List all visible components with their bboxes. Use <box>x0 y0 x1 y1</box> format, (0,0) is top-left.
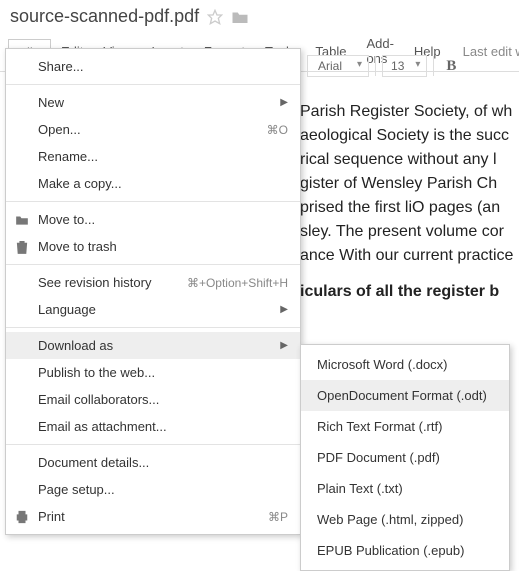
body-line: sley. The present volume cor <box>300 220 519 244</box>
folder-icon <box>14 212 30 228</box>
menu-item-language[interactable]: Language ▶ <box>6 296 300 323</box>
menu-item-move-to-trash[interactable]: Move to trash <box>6 233 300 260</box>
menu-item-page-setup[interactable]: Page setup... <box>6 476 300 503</box>
menu-item-rename[interactable]: Rename... <box>6 143 300 170</box>
menu-item-download-as[interactable]: Download as ▶ <box>6 332 300 359</box>
download-as-submenu: Microsoft Word (.docx) OpenDocument Form… <box>300 344 510 571</box>
menu-item-print[interactable]: Print ⌘P <box>6 503 300 530</box>
menu-item-make-copy[interactable]: Make a copy... <box>6 170 300 197</box>
menu-item-publish[interactable]: Publish to the web... <box>6 359 300 386</box>
toolbar-separator <box>375 56 376 76</box>
document-body[interactable]: Parish Register Society, of wh aeologica… <box>300 100 519 304</box>
menu-item-label: Move to trash <box>38 239 117 254</box>
body-line: iculars of all the register b <box>300 280 519 304</box>
menu-item-document-details[interactable]: Document details... <box>6 449 300 476</box>
menu-item-new[interactable]: New ▶ <box>6 89 300 116</box>
menu-item-email-collaborators[interactable]: Email collaborators... <box>6 386 300 413</box>
submenu-item-html[interactable]: Web Page (.html, zipped) <box>301 504 509 535</box>
body-line: gister of Wensley Parish Ch <box>300 172 519 196</box>
submenu-item-pdf[interactable]: PDF Document (.pdf) <box>301 442 509 473</box>
body-line: aeological Society is the succ <box>300 124 519 148</box>
menu-item-label: Share... <box>38 59 84 74</box>
file-dropdown: Share... New ▶ Open... ⌘O Rename... Make a… <box>5 48 301 535</box>
submenu-arrow-icon: ▶ <box>280 304 288 315</box>
menu-item-label: Email collaborators... <box>38 392 159 407</box>
title-row: source-scanned-pdf.pdf <box>0 0 519 31</box>
menu-item-label: Rename... <box>38 149 98 164</box>
body-line: ance With our current practice <box>300 244 519 268</box>
toolbar-separator <box>433 56 434 76</box>
body-line: rical sequence without any l <box>300 148 519 172</box>
folder-icon[interactable] <box>231 9 249 25</box>
menu-item-move-to[interactable]: Move to... <box>6 206 300 233</box>
menu-item-email-attachment[interactable]: Email as attachment... <box>6 413 300 440</box>
menu-item-open[interactable]: Open... ⌘O <box>6 116 300 143</box>
submenu-item-epub[interactable]: EPUB Publication (.epub) <box>301 535 509 566</box>
menu-divider <box>6 264 300 265</box>
menu-item-label: Print <box>38 509 65 524</box>
bold-button[interactable]: B <box>440 58 462 75</box>
print-icon <box>14 509 30 525</box>
menu-shortcut: ⌘O <box>267 123 288 137</box>
menu-divider <box>6 444 300 445</box>
menu-shortcut: ⌘P <box>268 510 288 524</box>
menu-item-label: Email as attachment... <box>38 419 167 434</box>
body-line: prised the first liO pages (an <box>300 196 519 220</box>
menu-item-label: See revision history <box>38 275 151 290</box>
menu-divider <box>6 201 300 202</box>
menu-item-label: Move to... <box>38 212 95 227</box>
menu-item-label: Make a copy... <box>38 176 122 191</box>
menu-item-label: Page setup... <box>38 482 115 497</box>
menu-item-label: Document details... <box>38 455 149 470</box>
font-size-select[interactable]: 13 <box>382 55 427 77</box>
body-line: Parish Register Society, of wh <box>300 100 519 124</box>
last-edit-status[interactable]: Last edit was <box>463 39 519 64</box>
menu-item-share[interactable]: Share... <box>6 53 300 80</box>
submenu-item-odt[interactable]: OpenDocument Format (.odt) <box>301 380 509 411</box>
menu-shortcut: ⌘+Option+Shift+H <box>187 276 288 290</box>
trash-icon <box>14 239 30 255</box>
menu-item-revision-history[interactable]: See revision history ⌘+Option+Shift+H <box>6 269 300 296</box>
menu-divider <box>6 327 300 328</box>
menu-item-label: Language <box>38 302 96 317</box>
submenu-item-txt[interactable]: Plain Text (.txt) <box>301 473 509 504</box>
menu-item-label: Open... <box>38 122 81 137</box>
submenu-item-docx[interactable]: Microsoft Word (.docx) <box>301 349 509 380</box>
menu-item-label: New <box>38 95 64 110</box>
menu-divider <box>6 84 300 85</box>
toolbar: Arial 13 B <box>300 55 462 77</box>
menu-item-label: Publish to the web... <box>38 365 155 380</box>
submenu-arrow-icon: ▶ <box>280 340 288 351</box>
menu-item-label: Download as <box>38 338 113 353</box>
star-icon[interactable] <box>207 9 223 25</box>
submenu-arrow-icon: ▶ <box>280 97 288 108</box>
submenu-item-rtf[interactable]: Rich Text Format (.rtf) <box>301 411 509 442</box>
font-family-select[interactable]: Arial <box>307 55 369 77</box>
document-title[interactable]: source-scanned-pdf.pdf <box>10 6 199 27</box>
